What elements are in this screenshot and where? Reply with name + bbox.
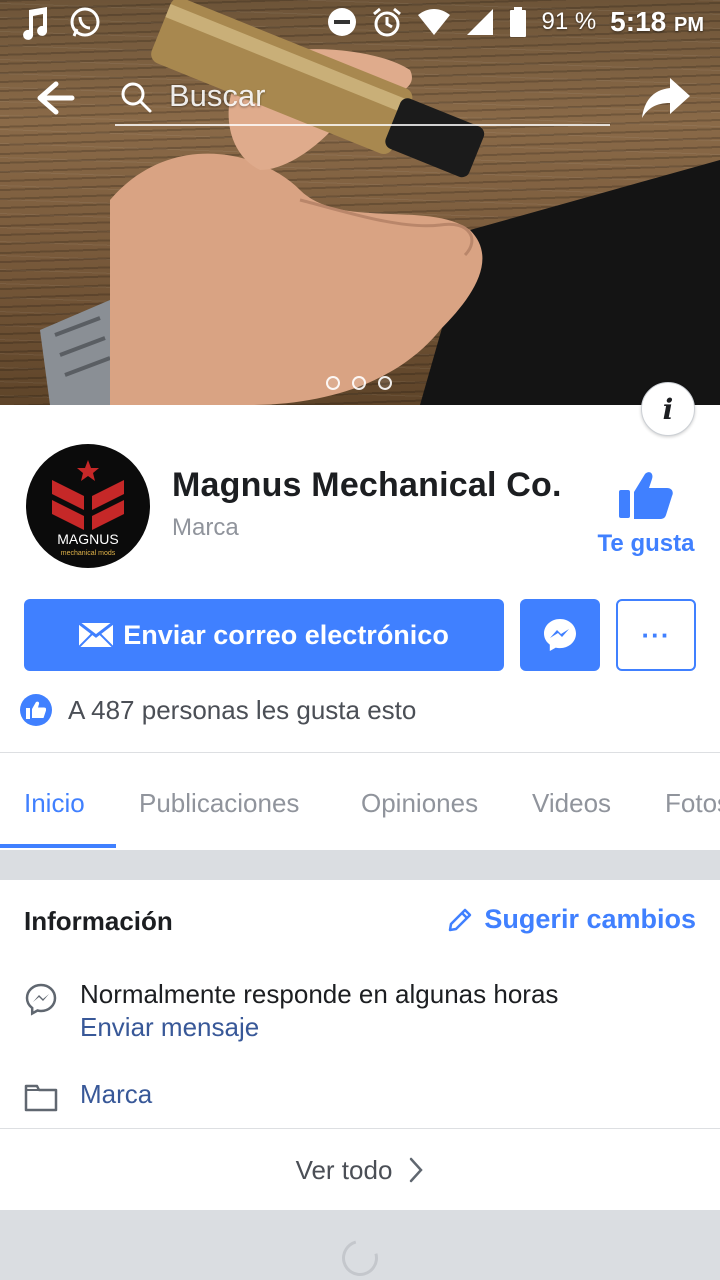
send-email-label: Enviar correo electrónico <box>123 619 449 650</box>
signal-icon <box>467 9 494 35</box>
suggest-edits-label: Sugerir cambios <box>484 904 696 934</box>
share-icon[interactable] <box>640 72 692 124</box>
search-bar[interactable]: Buscar <box>115 70 610 126</box>
suggest-edits-button[interactable]: Sugerir cambios <box>446 904 696 935</box>
clock-ampm: PM <box>674 14 704 36</box>
messenger-icon <box>544 619 576 651</box>
messenger-outline-icon <box>25 983 57 1016</box>
logo-text: MAGNUS <box>57 531 118 547</box>
search-icon <box>121 82 152 113</box>
pencil-icon <box>449 908 472 931</box>
section-separator <box>0 850 720 880</box>
status-bar: 91 % 5:18 PM <box>0 0 720 48</box>
tab-inicio[interactable]: Inicio <box>24 758 85 850</box>
carousel-dot[interactable] <box>378 376 392 390</box>
page-tabs: Inicio Publicaciones Opiniones Videos Fo… <box>0 758 720 850</box>
clock-time: 5:18 <box>610 6 667 37</box>
response-time-text: Normalmente responde en algunas horas <box>80 979 559 1009</box>
thumbs-up-icon <box>619 472 673 519</box>
music-note-icon <box>23 7 48 40</box>
divider <box>0 752 720 753</box>
page-category: Marca <box>172 514 239 541</box>
carousel-dots <box>326 376 392 390</box>
battery-icon <box>510 7 527 37</box>
info-icon[interactable]: i <box>641 382 695 436</box>
do-not-disturb-icon <box>328 8 357 36</box>
see-all-button[interactable]: Ver todo <box>0 1130 720 1210</box>
carousel-dot[interactable] <box>352 376 366 390</box>
cover-image <box>40 0 720 405</box>
search-input[interactable]: Buscar <box>169 78 265 114</box>
wifi-icon <box>418 9 451 35</box>
page-avatar[interactable]: MAGNUS mechanical mods <box>24 442 152 570</box>
whatsapp-icon <box>70 7 100 37</box>
active-tab-indicator <box>0 844 116 848</box>
like-label: Te gusta <box>597 530 695 557</box>
tab-videos[interactable]: Videos <box>532 758 611 850</box>
info-section-title: Información <box>24 906 173 936</box>
logo-subtext: mechanical mods <box>61 550 116 557</box>
likes-count-text: A 487 personas les gusta esto <box>68 694 417 725</box>
folder-icon <box>24 1084 58 1112</box>
like-badge-icon <box>20 694 52 726</box>
brand-category-link[interactable]: Marca <box>80 1079 152 1110</box>
tab-fotos[interactable]: Fotos <box>665 758 720 850</box>
tab-opiniones[interactable]: Opiniones <box>361 758 478 850</box>
mail-icon <box>79 623 114 647</box>
tab-publicaciones[interactable]: Publicaciones <box>139 758 299 850</box>
send-email-button[interactable]: Enviar correo electrónico <box>24 599 504 671</box>
cover-photo[interactable]: 91 % 5:18 PM Buscar <box>0 0 720 405</box>
clock: 5:18 PM <box>610 6 704 38</box>
back-arrow-icon[interactable] <box>34 76 78 120</box>
magnus-logo: MAGNUS mechanical mods <box>52 460 124 557</box>
send-message-link[interactable]: Enviar mensaje <box>80 1012 259 1043</box>
top-bar: Buscar <box>0 70 720 126</box>
like-button[interactable]: Te gusta <box>596 470 696 558</box>
more-options-button[interactable]: ··· <box>616 599 696 671</box>
divider <box>0 1128 720 1129</box>
chevron-right-icon <box>410 1157 424 1183</box>
messenger-button[interactable] <box>520 599 600 671</box>
battery-percent: 91 % <box>541 8 597 35</box>
alarm-icon <box>373 7 402 37</box>
likes-summary[interactable]: A 487 personas les gusta esto <box>20 694 416 726</box>
carousel-dot[interactable] <box>326 376 340 390</box>
page-title: Magnus Mechanical Co. <box>172 466 562 504</box>
see-all-label: Ver todo <box>295 1154 393 1185</box>
